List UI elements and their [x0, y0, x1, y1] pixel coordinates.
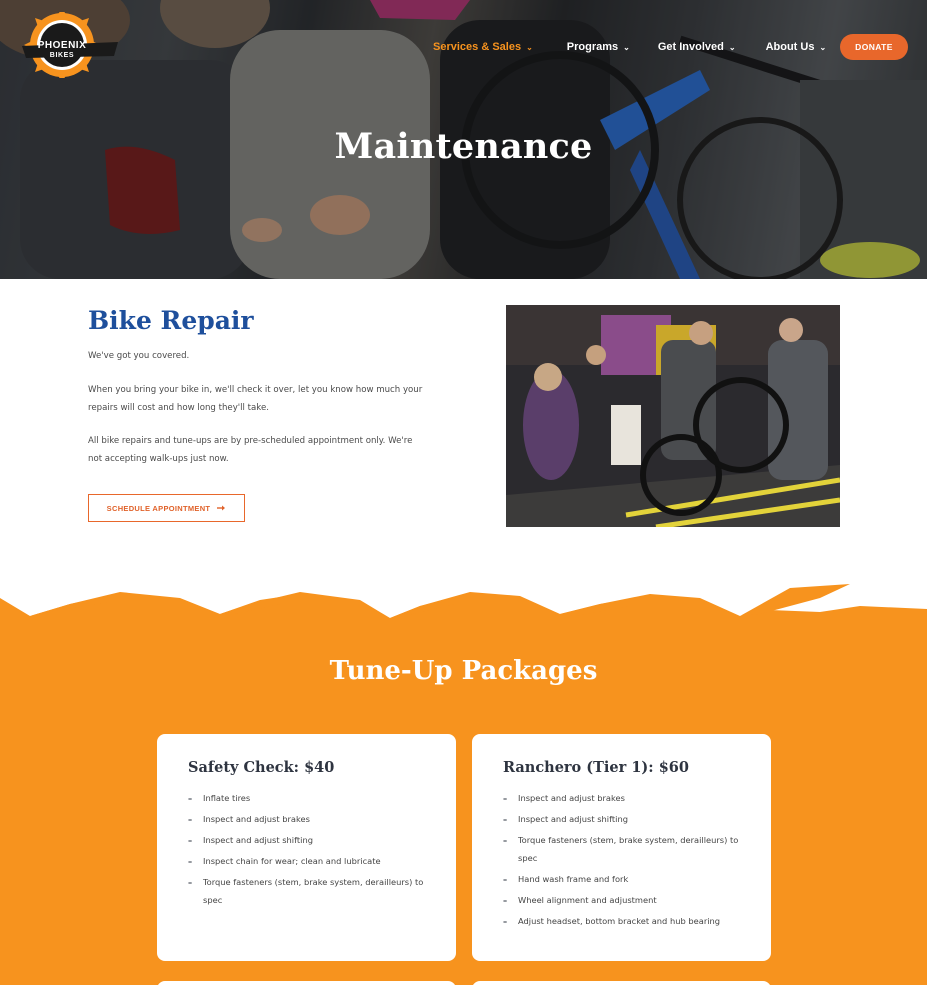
chevron-down-icon: ⌄	[526, 42, 533, 52]
repair-intro-text: We've got you covered.	[88, 351, 190, 361]
brush-stroke-divider	[0, 576, 927, 618]
list-item: – Inspect and adjust shifting	[503, 811, 748, 829]
dash-bullet-icon: –	[188, 835, 193, 845]
dash-bullet-icon: –	[503, 835, 508, 845]
list-item: – Hand wash frame and fork	[503, 871, 748, 889]
schedule-appointment-label: SCHEDULE APPOINTMENT	[106, 503, 211, 513]
dash-bullet-icon: –	[503, 873, 508, 884]
list-item: – Inspect and adjust shifting	[188, 832, 433, 850]
nav-label: Services & Sales	[433, 41, 522, 53]
main-nav: Services & Sales ⌄ Programs ⌄ Get Involv…	[433, 41, 826, 53]
nav-label: About Us	[765, 41, 815, 53]
arrow-right-icon	[217, 505, 226, 511]
package-item-list: – Inspect and adjust brakes – Inspect and …	[503, 790, 748, 934]
nav-get-involved[interactable]: Get Involved ⌄	[658, 41, 736, 53]
package-card-partial	[472, 981, 771, 985]
bike-repair-heading: Bike Repair	[88, 306, 254, 335]
repair-workshop-photo	[506, 305, 840, 527]
donate-button[interactable]: DONATE	[840, 34, 908, 60]
phoenix-bikes-logo[interactable]: PHOENIX BIKES	[22, 12, 118, 78]
package-item-list: – Inflate tires – Inspect and adjust brake…	[188, 790, 433, 913]
chevron-down-icon: ⌄	[623, 42, 630, 52]
nav-programs[interactable]: Programs ⌄	[567, 41, 630, 53]
nav-about-us[interactable]: About Us ⌄	[766, 41, 827, 53]
package-title: Ranchero (Tier 1): $60	[503, 759, 689, 776]
dash-bullet-icon: –	[188, 814, 193, 824]
list-item: – Torque fasteners (stem, brake system, d…	[188, 874, 433, 909]
dash-bullet-icon: –	[503, 894, 508, 905]
dash-bullet-icon: –	[503, 793, 508, 803]
package-card-partial	[157, 981, 456, 985]
list-item: – Adjust headset, bottom bracket and hub …	[503, 913, 748, 931]
hero-banner: PHOENIX BIKES Services & Sales ⌄ Program…	[0, 0, 927, 279]
dash-bullet-icon: –	[188, 856, 193, 866]
package-card-safety-check: Safety Check: $40 – Inflate tires – Inspec…	[157, 734, 456, 961]
chevron-down-icon: ⌄	[728, 42, 736, 52]
package-title: Safety Check: $40	[188, 759, 335, 776]
list-item: – Inspect chain for wear; clean and lubri…	[188, 853, 433, 871]
dash-bullet-icon: –	[188, 877, 193, 887]
logo-wordmark-top: PHOENIX	[37, 40, 87, 51]
repair-appointment-text: All bike repairs and tune-ups are by pre…	[88, 436, 413, 464]
chevron-down-icon: ⌄	[819, 42, 827, 52]
list-item: – Torque fasteners (stem, brake system, d…	[503, 832, 748, 867]
tune-up-packages-heading: Tune-Up Packages	[329, 656, 598, 686]
list-item: – Wheel alignment and adjustment	[503, 892, 748, 910]
repair-process-text: When you bring your bike in, we'll check…	[88, 385, 423, 413]
nav-label: Get Involved	[657, 41, 724, 53]
nav-services-sales[interactable]: Services & Sales ⌄	[433, 41, 533, 53]
package-card-ranchero: Ranchero (Tier 1): $60 – Inspect and adju…	[472, 734, 771, 961]
nav-label: Programs	[566, 41, 619, 53]
schedule-appointment-button[interactable]: SCHEDULE APPOINTMENT	[88, 494, 245, 522]
list-item: – Inflate tires	[188, 790, 433, 808]
page-title: Maintenance	[334, 126, 593, 167]
list-item: – Inspect and adjust brakes	[503, 790, 748, 808]
tune-up-packages-section: Tune-Up Packages Safety Check: $40 – Infl…	[0, 576, 927, 985]
dash-bullet-icon: –	[503, 814, 508, 824]
dash-bullet-icon: –	[188, 793, 193, 803]
list-item: – Inspect and adjust brakes	[188, 811, 433, 829]
dash-bullet-icon: –	[503, 915, 508, 926]
logo-wordmark-bottom: BIKES	[49, 52, 75, 59]
